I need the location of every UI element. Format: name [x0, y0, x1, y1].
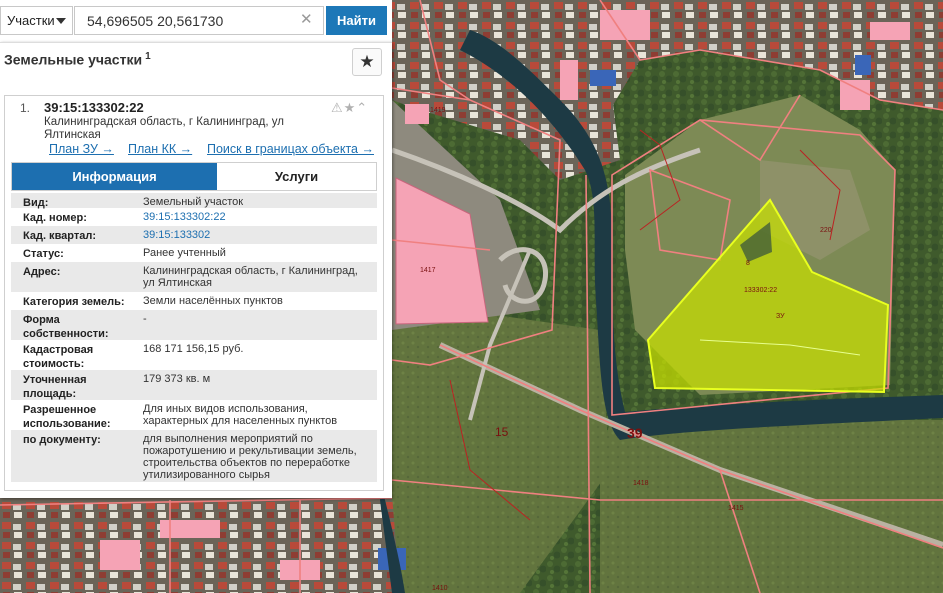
- building-pink: [600, 10, 650, 40]
- info-row: Адрес: Калининградская область, г Калини…: [11, 262, 377, 292]
- info-row: по документу: для выполнения мероприятий…: [11, 430, 377, 482]
- info-value: Для иных видов использования, характерны…: [143, 403, 338, 427]
- meadow-south: [600, 420, 943, 593]
- urban-south-west: [0, 495, 400, 593]
- info-key: Кад. квартал:: [23, 230, 97, 242]
- parcel-card: 1. 39:15:133302:22 Калининградская облас…: [4, 95, 384, 491]
- favorite-button[interactable]: ★: [352, 48, 382, 76]
- info-key: Статус:: [23, 248, 64, 260]
- info-key: Форма собственности:: [23, 314, 109, 340]
- parcel-address: Калининградская область, г Калининград, …: [44, 116, 284, 141]
- map-label-1419: 1419: [430, 107, 446, 114]
- panel-title: Земельные участки 1: [4, 51, 151, 68]
- info-row: Кад. номер: 39:15:133302:22: [11, 208, 377, 226]
- info-row: Кадастровая стоимость: 168 171 156,15 ру…: [11, 340, 377, 370]
- info-row: Статус: Ранее учтенный: [11, 244, 377, 262]
- building-blue-roof: [590, 70, 616, 86]
- star-icon: ★: [359, 52, 375, 71]
- map-label-1415: 1415: [728, 505, 744, 512]
- info-value-link[interactable]: 39:15:133302:22: [143, 211, 369, 223]
- info-row: Категория земель: Земли населённых пункт…: [11, 292, 377, 310]
- map-label-zu: ЗУ: [776, 313, 785, 320]
- search-button[interactable]: Найти: [326, 6, 387, 35]
- building-pink: [560, 60, 578, 100]
- building-blue-roof: [855, 55, 871, 75]
- info-value: 179 373 кв. м: [143, 373, 211, 385]
- info-value: для выполнения мероприятий по пожаротуше…: [143, 433, 357, 481]
- results-panel: Земельные участки 1 ★ 1. 39:15:133302:22 …: [0, 42, 392, 498]
- card-action-icons[interactable]: ⚠★⌃: [331, 100, 368, 116]
- info-key: Разрешенное использование:: [23, 404, 111, 430]
- info-row: Уточненная площадь: 179 373 кв. м: [11, 370, 377, 400]
- building-pink: [405, 104, 429, 124]
- result-index: 1.: [20, 101, 31, 115]
- map-label-1417: 1417: [420, 267, 436, 274]
- info-key: Кад. номер:: [23, 212, 87, 224]
- building-pink: [160, 520, 220, 538]
- info-row: Кад. квартал: 39:15:133302: [11, 226, 377, 244]
- info-row: Вид: Земельный участок: [11, 193, 377, 209]
- map-label-220: 220: [820, 227, 832, 234]
- info-key: Категория земель:: [23, 296, 125, 308]
- info-key: Кадастровая стоимость:: [23, 344, 94, 370]
- search-in-bounds-link[interactable]: Поиск в границах объекта →: [207, 142, 374, 156]
- map-label-plot: 133302:22: [744, 287, 777, 294]
- search-type-dropdown[interactable]: Участки: [0, 6, 73, 35]
- panel-title-text: Земельные участки: [4, 51, 143, 68]
- caret-down-icon: [56, 18, 66, 24]
- tab-services[interactable]: Услуги: [217, 163, 376, 190]
- info-value: -: [143, 313, 147, 325]
- map-label-1410: 1410: [432, 585, 448, 592]
- info-key: Адрес:: [23, 266, 61, 278]
- building-pink: [840, 80, 870, 110]
- search-input[interactable]: [74, 6, 324, 35]
- map-label-district: 15: [495, 425, 509, 439]
- map-label-1418: 1418: [633, 480, 649, 487]
- info-value: Ранее учтенный: [143, 247, 226, 259]
- map-label-8: 8: [746, 260, 750, 267]
- tab-bar: Информация Услуги: [11, 162, 377, 191]
- search-type-label: Участки: [7, 13, 55, 28]
- tab-information[interactable]: Информация: [12, 163, 217, 190]
- info-value: Калининградская область, г Калининград, …: [143, 265, 358, 289]
- plan-kk-link[interactable]: План КК →: [128, 142, 192, 156]
- info-value-link[interactable]: 39:15:133302: [143, 229, 369, 241]
- plan-zu-link[interactable]: План ЗУ →: [49, 142, 114, 156]
- info-value: Земельный участок: [143, 196, 244, 208]
- info-row: Форма собственности: -: [11, 310, 377, 340]
- clear-icon[interactable]: ✕: [300, 11, 313, 29]
- info-row: Разрешенное использование: Для иных видо…: [11, 400, 377, 430]
- building-pink: [100, 540, 140, 570]
- info-value: Земли населённых пунктов: [143, 295, 283, 307]
- result-count: 1: [145, 51, 151, 62]
- parcel-cad-number[interactable]: 39:15:133302:22: [44, 100, 144, 115]
- info-value: 168 171 156,15 руб.: [143, 343, 244, 355]
- info-key: Уточненная площадь:: [23, 374, 87, 400]
- info-key: по документу:: [23, 434, 101, 446]
- map-label-quarter: 39: [627, 425, 643, 441]
- building-pink: [870, 22, 910, 40]
- search-bar: Участки ✕ Найти: [0, 0, 392, 42]
